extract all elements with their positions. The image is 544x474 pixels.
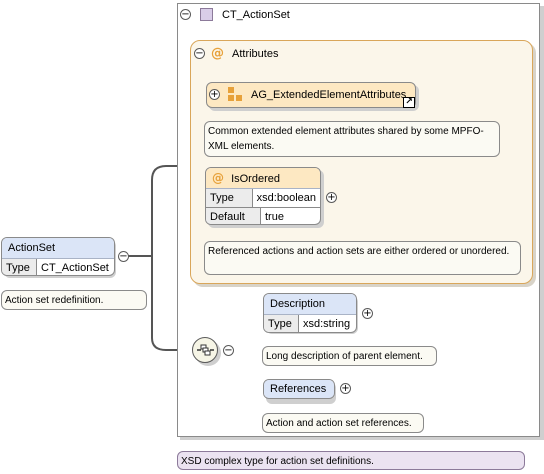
type-key: Type [206,189,253,207]
default-key: Default [206,208,261,224]
is-ordered-default-row: Default true [206,207,320,224]
references-note: Action and action set references. [262,413,424,433]
references-element[interactable]: References [263,379,335,399]
is-ordered-header: @ IsOrdered [206,168,320,189]
sequence-compositor-icon[interactable] [192,337,218,363]
is-ordered-attribute[interactable]: @ IsOrdered Type xsd:boolean Default tru… [205,167,321,225]
action-set-element[interactable]: ActionSet Type CT_ActionSet [1,237,115,276]
type-key: Type [264,315,299,332]
complex-type-icon [200,8,213,21]
action-set-description: Action set redefinition. [1,290,147,310]
attributes-label: Attributes [232,48,279,60]
action-set-collapse-icon[interactable]: − [118,251,129,262]
action-set-header: ActionSet [2,238,114,259]
description-note: Long description of parent element. [262,346,437,366]
expand-icon[interactable]: + [209,89,220,100]
attributes-collapse-icon[interactable]: − [194,48,205,59]
references-expand-icon[interactable]: + [340,383,351,394]
is-ordered-name: IsOrdered [231,173,280,185]
collapse-icon[interactable]: − [180,9,191,20]
default-value: true [265,211,284,223]
is-ordered-description: Referenced actions and action sets are e… [204,241,521,275]
description-expand-icon[interactable]: + [362,308,373,319]
attribute-group-ref-name: AG_ExtendedElementAttributes [251,89,407,101]
complex-type-description: XSD complex type for action set definiti… [177,451,525,470]
sequence-collapse-icon[interactable]: − [223,345,234,356]
is-ordered-type-row: Type xsd:boolean [206,189,320,207]
shortcut-arrow-icon[interactable]: ↗ [403,97,415,108]
description-element[interactable]: Description Type xsd:string [263,293,357,333]
type-key: Type [2,259,37,275]
type-value: xsd:boolean [256,192,316,204]
type-value: xsd:string [303,318,351,330]
description-type-row: Type xsd:string [264,315,356,332]
attribute-at-icon: @ [212,171,224,185]
description-element-header: Description [264,294,356,315]
attribute-group-icon [228,87,242,101]
type-value: CT_ActionSet [41,262,109,274]
action-set-type-row: Type CT_ActionSet [2,259,114,275]
attribute-group-ref-description: Common extended element attributes share… [204,121,500,157]
complex-type-name[interactable]: CT_ActionSet [222,8,290,22]
is-ordered-expand-icon[interactable]: + [326,192,337,203]
attribute-at-icon: @ [211,46,224,61]
references-element-header: References [264,380,334,398]
